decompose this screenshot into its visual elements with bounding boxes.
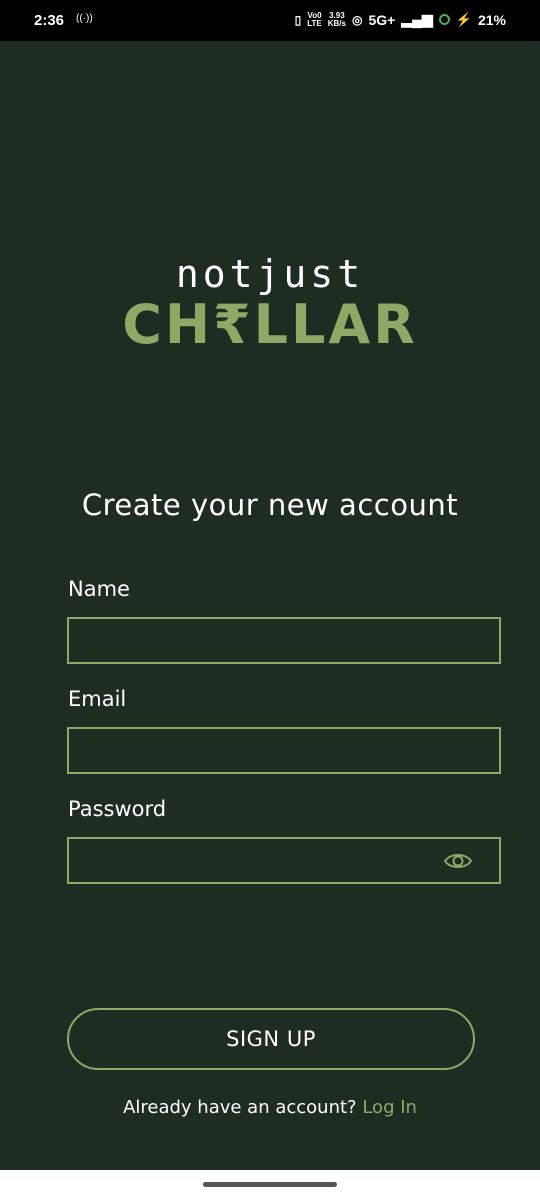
password-input[interactable] [69, 839, 499, 882]
eye-icon[interactable] [443, 849, 473, 873]
home-gesture-handle[interactable] [203, 1182, 337, 1187]
name-label: Name [68, 577, 130, 601]
logo-chillar: CH₹LLAR [122, 293, 418, 356]
volte-indicator: Vo0 LTE [307, 10, 322, 28]
app-logo: notjust CH₹LLAR [0, 252, 540, 354]
email-input[interactable] [69, 729, 499, 772]
status-circle-icon [438, 14, 450, 25]
name-field-box [67, 617, 501, 664]
password-label: Password [68, 797, 167, 821]
vibrate-icon: ▯ [294, 12, 302, 27]
network-speed: 3.93 KB/s [327, 10, 346, 28]
email-field-box [67, 727, 501, 774]
page-title: Create your new account [81, 488, 459, 522]
password-field-box [67, 837, 501, 884]
signal-icon: ▂▄▆ [401, 11, 433, 27]
network-type: 5G+ [368, 11, 396, 28]
login-prompt-text: Already have an account? [123, 1097, 357, 1118]
login-prompt-row: Already have an account? Log In [0, 1097, 540, 1118]
login-link[interactable]: Log In [362, 1097, 417, 1118]
battery-percent: 21% [477, 11, 506, 28]
cast-icon: ((·)) [76, 13, 93, 24]
hotspot-icon: ◎ [351, 12, 363, 27]
status-icons: ▯ Vo0 LTE 3.93 KB/s ◎ 5G+ ▂▄▆ ⚡ 21% [295, 11, 506, 28]
navigation-bar [0, 1170, 540, 1200]
charging-icon: ⚡ [455, 11, 472, 27]
signup-button[interactable]: SIGN UP [67, 1008, 475, 1070]
name-input[interactable] [69, 619, 499, 662]
logo-notjust: notjust [175, 252, 365, 296]
status-time: 2:36 [34, 12, 65, 29]
email-label: Email [68, 687, 127, 711]
status-bar: 2:36 ((·)) ▯ Vo0 LTE 3.93 KB/s ◎ 5G+ ▂▄▆… [0, 0, 540, 41]
